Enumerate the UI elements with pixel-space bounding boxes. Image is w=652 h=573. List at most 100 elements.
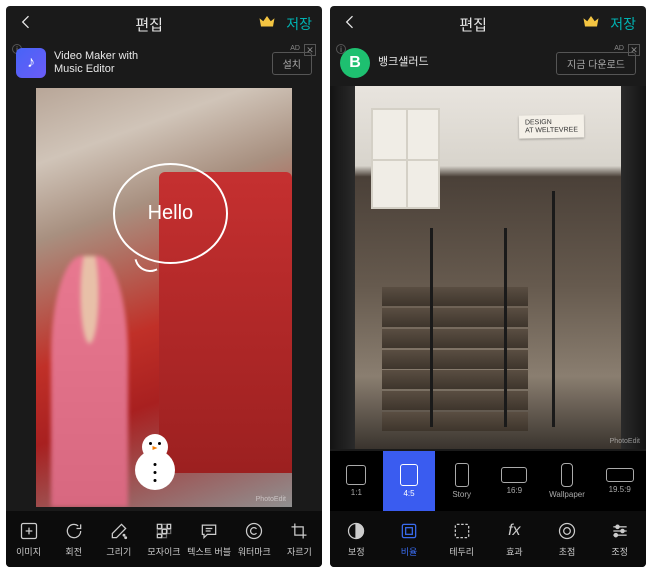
tool-adjust[interactable]: 보정 xyxy=(330,511,383,567)
ratio-icon xyxy=(346,465,366,485)
ratio-16-9[interactable]: 16:9 xyxy=(488,451,541,511)
tool-focus[interactable]: 초점 xyxy=(541,511,594,567)
snowman-sticker[interactable] xyxy=(133,428,177,490)
ratio-label: Wallpaper xyxy=(549,490,585,499)
mosaic-icon xyxy=(153,520,175,542)
ratio-story[interactable]: Story xyxy=(435,451,488,511)
ad-title-line2: Music Editor xyxy=(54,63,264,76)
chevron-left-icon xyxy=(16,12,36,32)
tool-label: 자르기 xyxy=(287,545,312,558)
save-button[interactable]: 저장 xyxy=(286,14,312,34)
tool-label: 비율 xyxy=(401,545,418,558)
tool-rotate[interactable]: 회전 xyxy=(51,511,96,567)
ratio-icon xyxy=(501,467,527,483)
ad-close-icon[interactable]: ✕ xyxy=(628,44,640,56)
speech-bubble-icon xyxy=(198,520,220,542)
ad-cta-button[interactable]: 지금 다운로드 xyxy=(556,52,636,75)
tool-border[interactable]: 테두리 xyxy=(435,511,488,567)
bottom-toolbar: 보정 비율 테두리 fx 효과 초점 조정 xyxy=(330,511,646,567)
bubble-text: Hello xyxy=(148,202,194,225)
ad-label: AD xyxy=(290,45,300,52)
window-shape xyxy=(371,108,440,210)
save-button[interactable]: 저장 xyxy=(610,14,636,34)
watermark-text: PhotoEdit xyxy=(256,496,286,503)
crop-icon xyxy=(288,520,310,542)
ratio-4-5[interactable]: 4:5 xyxy=(383,451,436,511)
tool-mosaic[interactable]: 모자이크 xyxy=(141,511,186,567)
ad-app-icon xyxy=(16,48,46,78)
photo-preview: Hello PhotoEdit xyxy=(36,88,292,507)
tool-image[interactable]: 이미지 xyxy=(6,511,51,567)
phone-left: 편집 저장 i AD ✕ Video Maker with Music Edit… xyxy=(6,6,322,567)
chevron-left-icon xyxy=(340,12,360,32)
tool-draw[interactable]: 그리기 xyxy=(96,511,141,567)
tool-label: 초점 xyxy=(559,545,576,558)
header: 편집 저장 xyxy=(6,6,322,42)
ratio-label: 19.5:9 xyxy=(609,485,631,494)
ratio-19-5-9[interactable]: 19.5:9 xyxy=(593,451,646,511)
back-button[interactable] xyxy=(16,12,40,37)
sliders-icon xyxy=(609,520,631,542)
tool-text-bubble[interactable]: 텍스트 버블 xyxy=(187,511,232,567)
tool-fx[interactable]: fx 효과 xyxy=(488,511,541,567)
tool-label: 모자이크 xyxy=(147,545,180,558)
sign-line2: AT WELTEVREE xyxy=(525,126,578,135)
ratio-label: 4:5 xyxy=(403,489,414,498)
ad-title-line1: Video Maker with xyxy=(54,50,264,63)
aspect-ratio-icon xyxy=(398,520,420,542)
phone-right: 편집 저장 i AD ✕ B 뱅크샐러드 지금 다운로드 DESIGN AT W… xyxy=(330,6,646,567)
page-title: 편집 xyxy=(364,14,582,35)
tool-label: 워터마크 xyxy=(238,545,271,558)
adjust-icon xyxy=(345,520,367,542)
tool-label: 텍스트 버블 xyxy=(187,545,231,558)
rotate-icon xyxy=(63,520,85,542)
crown-icon[interactable] xyxy=(258,13,276,36)
tool-label: 그리기 xyxy=(106,545,131,558)
tool-ratio[interactable]: 비율 xyxy=(383,511,436,567)
ad-title: Video Maker with Music Editor xyxy=(54,50,264,76)
crop-shade-left xyxy=(330,86,355,449)
sign-shape: DESIGN AT WELTEVREE xyxy=(518,114,583,139)
header: 편집 저장 xyxy=(330,6,646,42)
photo-preview: DESIGN AT WELTEVREE PhotoEdit xyxy=(330,86,646,449)
ratio-wallpaper[interactable]: Wallpaper xyxy=(541,451,594,511)
ratio-selector: 1:1 4:5 Story 16:9 Wallpaper 19.5:9 xyxy=(330,451,646,511)
fx-icon: fx xyxy=(503,520,525,542)
image-add-icon xyxy=(18,520,40,542)
brush-icon xyxy=(108,520,130,542)
tool-label: 조정 xyxy=(611,545,628,558)
ad-banner[interactable]: i AD ✕ Video Maker with Music Editor 설치 xyxy=(6,42,322,84)
back-button[interactable] xyxy=(340,12,364,37)
copyright-icon xyxy=(243,520,265,542)
tool-label: 회전 xyxy=(65,545,82,558)
ratio-icon xyxy=(561,463,573,487)
crop-shade-right xyxy=(621,86,646,449)
tool-tune[interactable]: 조정 xyxy=(593,511,646,567)
focus-icon xyxy=(556,520,578,542)
ad-info-icon[interactable]: i xyxy=(336,44,346,54)
tool-crop[interactable]: 자르기 xyxy=(277,511,322,567)
ad-banner[interactable]: i AD ✕ B 뱅크샐러드 지금 다운로드 xyxy=(330,42,646,84)
ratio-icon xyxy=(606,468,634,482)
ratio-icon xyxy=(455,463,469,487)
crown-icon[interactable] xyxy=(582,13,600,36)
page-title: 편집 xyxy=(40,14,258,35)
editor-canvas[interactable]: DESIGN AT WELTEVREE PhotoEdit xyxy=(330,84,646,451)
person-shape xyxy=(51,256,128,507)
tool-watermark[interactable]: 워터마크 xyxy=(232,511,277,567)
ratio-label: 16:9 xyxy=(507,486,523,495)
tool-label: 효과 xyxy=(506,545,523,558)
tool-label: 이미지 xyxy=(16,545,41,558)
tool-label: 테두리 xyxy=(449,545,474,558)
watermark-text: PhotoEdit xyxy=(610,438,640,445)
ratio-1-1[interactable]: 1:1 xyxy=(330,451,383,511)
border-icon xyxy=(451,520,473,542)
tool-label: 보정 xyxy=(348,545,365,558)
bottom-toolbar: 이미지 회전 그리기 모자이크 텍스트 버블 xyxy=(6,511,322,567)
editor-canvas[interactable]: Hello PhotoEdit xyxy=(6,84,322,511)
ratio-label: 1:1 xyxy=(351,488,362,497)
speech-bubble-overlay[interactable]: Hello xyxy=(113,163,228,264)
ad-close-icon[interactable]: ✕ xyxy=(304,44,316,56)
ad-title: 뱅크샐러드 xyxy=(378,56,548,69)
ratio-icon xyxy=(400,464,418,486)
